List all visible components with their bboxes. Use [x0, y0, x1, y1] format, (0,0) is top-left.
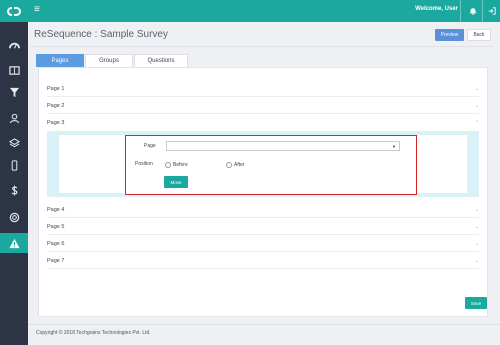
tab-groups[interactable]: Groups: [85, 54, 133, 67]
infinity-logo-icon: [7, 6, 21, 16]
tab-pages[interactable]: Pages: [36, 54, 84, 67]
accordion-label: Page 1: [47, 85, 65, 92]
accordion-row-page-6[interactable]: Page 6 ⌄: [47, 236, 479, 252]
move-button[interactable]: Move: [164, 176, 188, 188]
welcome-text: Welcome, User: [415, 6, 458, 12]
hamburger-icon[interactable]: ≡: [34, 5, 40, 15]
chevron-up-icon: ⌃: [474, 120, 479, 126]
preview-button[interactable]: Preview: [435, 29, 464, 41]
accordion-row-page-1[interactable]: Page 1 ⌄: [47, 81, 479, 97]
dashboard-icon[interactable]: [0, 35, 28, 55]
sidebar: [0, 0, 28, 345]
after-radio-label: After: [234, 162, 245, 168]
after-radio[interactable]: [226, 162, 232, 168]
book-icon[interactable]: [0, 60, 28, 80]
page-select[interactable]: ▼: [166, 141, 400, 151]
accordion-label: Page 3: [47, 120, 65, 126]
chevron-down-icon: ⌄: [474, 258, 479, 264]
chevron-down-icon: ⌄: [474, 86, 479, 92]
logout-icon[interactable]: [483, 0, 500, 22]
bell-icon[interactable]: [464, 0, 482, 22]
top-bar: ≡ Welcome, User: [28, 0, 500, 22]
accordion-label: Page 4: [47, 206, 65, 213]
before-radio-label: Before: [173, 162, 188, 168]
chevron-down-icon: ⌄: [474, 207, 479, 213]
before-radio[interactable]: [165, 162, 171, 168]
accordion-label: Page 7: [47, 257, 65, 264]
footer-divider: [28, 324, 500, 325]
chevron-down-icon: ⌄: [474, 224, 479, 230]
title-divider: [30, 46, 494, 47]
mobile-icon[interactable]: [0, 155, 28, 175]
tab-questions[interactable]: Questions: [134, 54, 188, 67]
footer-copyright: Copyright © 2018 Techgrains Technologies…: [36, 330, 151, 336]
page-label: Page: [144, 143, 156, 149]
save-button[interactable]: Save: [465, 297, 487, 309]
caret-down-icon: ▼: [392, 144, 396, 149]
chevron-down-icon: ⌄: [474, 103, 479, 109]
move-page-form: Page ▼ Position Before After Move: [125, 135, 417, 195]
back-button[interactable]: Back: [467, 29, 491, 41]
accordion-row-page-5[interactable]: Page 5 ⌄: [47, 219, 479, 235]
app-logo[interactable]: [0, 0, 28, 22]
dollar-icon[interactable]: [0, 180, 28, 200]
accordion-label: Page 6: [47, 240, 65, 247]
user-icon[interactable]: [0, 108, 28, 128]
layers-icon[interactable]: [0, 133, 28, 153]
accordion-row-page-2[interactable]: Page 2 ⌄: [47, 98, 479, 114]
page-title: ReSequence : Sample Survey: [34, 29, 168, 40]
lifebuoy-icon[interactable]: [0, 207, 28, 227]
filter-icon[interactable]: [0, 82, 28, 102]
tab-bar: Pages Groups Questions: [36, 54, 189, 67]
chevron-down-icon: ⌄: [474, 241, 479, 247]
warning-icon[interactable]: [0, 233, 28, 253]
position-label: Position: [135, 161, 153, 167]
accordion-row-page-3[interactable]: Page 3 ⌃: [47, 115, 479, 131]
accordion-label: Page 5: [47, 223, 65, 230]
accordion-label: Page 2: [47, 102, 65, 109]
accordion-row-page-7[interactable]: Page 7 ⌄: [47, 253, 479, 269]
accordion-row-page-4[interactable]: Page 4 ⌄: [47, 202, 479, 218]
